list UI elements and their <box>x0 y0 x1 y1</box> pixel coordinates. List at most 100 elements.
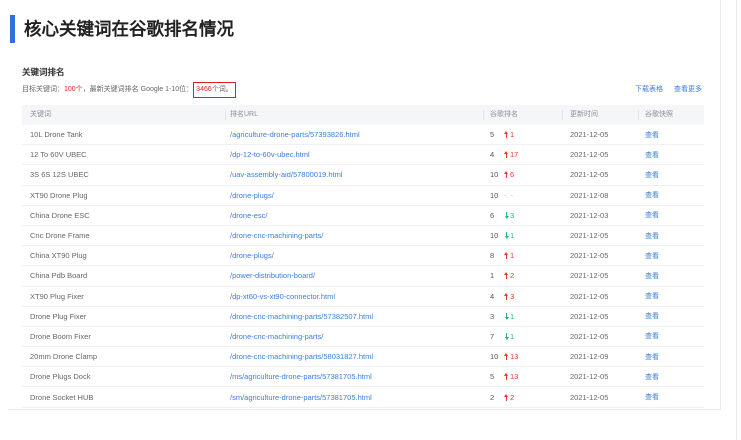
url-cell: /ms/agriculture-drone-parts/57381705.htm… <box>225 367 483 386</box>
table-body: 10L Drone Tank /agriculture-drone-parts/… <box>22 125 704 408</box>
snapshot-link[interactable]: 查看 <box>645 273 659 280</box>
rank-cell: 63 <box>483 206 562 225</box>
rank-cell: 10 6 <box>483 165 562 184</box>
rank-change: 2 <box>504 388 514 407</box>
snapshot-link[interactable]: 查看 <box>645 394 659 401</box>
updated-cell: 2021-12-03 <box>570 210 609 220</box>
snapshot-link[interactable]: 查看 <box>645 152 659 159</box>
rank-change-value: 2 <box>510 392 515 402</box>
snapshot-cell: 查看 <box>638 165 704 185</box>
keyword-cell: 20mm Drone Clamp <box>30 352 98 362</box>
rank-cell: 81 <box>483 246 562 265</box>
table-row: Drone Socket HUB /sm/agriculture-drone-p… <box>22 387 704 408</box>
arrow-up-icon <box>504 353 509 361</box>
url-cell: /dp-xt60-vs-xt90-connector.html <box>225 287 483 306</box>
download-table-link[interactable]: 下载表格 <box>635 86 663 93</box>
column-header-snapshot: 谷歌快照 <box>638 105 704 125</box>
rank-change: 1 <box>504 246 514 265</box>
rank-value: 7 <box>490 331 495 341</box>
ranking-url-link[interactable]: /drone-plugs/ <box>230 191 274 200</box>
arrow-down-icon <box>504 232 509 239</box>
snapshot-link[interactable]: 查看 <box>645 333 659 340</box>
rank-change: 3 <box>504 287 514 306</box>
ranking-url-link[interactable]: /sm/agriculture-drone-parts/57381705.htm… <box>230 393 372 402</box>
updated-cell: 2021-12-05 <box>570 130 609 140</box>
table-row: 3S 6S 12S UBEC /uav-assembly-aid/5780001… <box>22 165 704 186</box>
url-cell: /agriculture-drone-parts/57393826.html <box>225 125 483 144</box>
snapshot-link[interactable]: 查看 <box>645 354 659 361</box>
arrow-up-icon <box>504 373 509 381</box>
ranking-url-link[interactable]: /dp-xt60-vs-xt90-connector.html <box>230 292 335 301</box>
arrow-down-icon <box>504 212 509 219</box>
rank-cell: 4 17 <box>483 145 562 164</box>
snapshot-link[interactable]: 查看 <box>645 172 659 179</box>
rank-value: 5 <box>490 130 495 140</box>
ranking-url-link[interactable]: /drone-cnc-machining-parts/ <box>230 332 323 341</box>
keyword-cell: Drone Plugs Dock <box>30 372 91 382</box>
table-row: XT90 Plug Fixer /dp-xt60-vs-xt90-connect… <box>22 287 704 307</box>
url-cell: /sm/agriculture-drone-parts/57381705.htm… <box>225 388 483 407</box>
table-row: Cnc Drone Frame /drone-cnc-machining-par… <box>22 226 704 247</box>
top10-count-highlight: 3466个词。 <box>193 82 236 98</box>
arrow-up-icon <box>504 171 509 179</box>
rank-change-value: 3 <box>510 210 515 220</box>
rank-change: 6 <box>504 165 514 184</box>
ranking-url-link[interactable]: /dp-12-to-60v-ubec.html <box>230 150 310 159</box>
snapshot-link[interactable]: 查看 <box>645 233 659 240</box>
snapshot-link[interactable]: 查看 <box>645 253 659 260</box>
ranking-url-link[interactable]: /drone-cnc-machining-parts/57382507.html <box>230 312 373 321</box>
view-more-link[interactable]: 查看更多 <box>674 86 702 93</box>
updated-cell: 2021-12-05 <box>570 150 609 160</box>
url-cell: /drone-cnc-machining-parts/ <box>225 327 483 346</box>
snapshot-link[interactable]: 查看 <box>645 293 659 300</box>
rank-change-value: 1 <box>510 311 515 321</box>
keyword-cell: XT90 Plug Fixer <box>30 291 84 301</box>
snapshot-link[interactable]: 查看 <box>645 313 659 320</box>
arrow-up-icon <box>504 131 509 139</box>
summary-prefix: 目标关键词： <box>22 86 64 93</box>
ranking-url-link[interactable]: /drone-cnc-machining-parts/58031827.html <box>230 352 373 361</box>
table-header: 关键词 排名URL 谷歌排名 更新时间 谷歌快照 <box>22 105 704 125</box>
snapshot-cell: 查看 <box>638 125 704 145</box>
rank-value: 10 <box>490 231 499 241</box>
table-row: Drone Boom Fixer /drone-cnc-machining-pa… <box>22 327 704 348</box>
ranking-url-link[interactable]: /agriculture-drone-parts/57393826.html <box>230 130 360 139</box>
keyword-cell: Drone Plug Fixer <box>30 311 87 321</box>
url-cell: /power-distribution-board/ <box>225 266 483 285</box>
snapshot-cell: 查看 <box>638 266 704 286</box>
rank-change-value: 17 <box>510 150 519 160</box>
snapshot-link[interactable]: 查看 <box>645 212 659 219</box>
url-cell: /drone-cnc-machining-parts/57382507.html <box>225 307 483 326</box>
snapshot-cell: 查看 <box>638 246 704 266</box>
snapshot-link[interactable]: 查看 <box>645 374 659 381</box>
ranking-url-link[interactable]: /power-distribution-board/ <box>230 271 315 280</box>
url-cell: /uav-assembly-aid/57800019.html <box>225 165 483 184</box>
rank-value: 4 <box>490 150 495 160</box>
snapshot-cell: 查看 <box>638 286 704 306</box>
rank-value: 10 <box>490 170 499 180</box>
ranking-url-link[interactable]: /drone-cnc-machining-parts/ <box>230 231 323 240</box>
keyword-summary: 目标关键词：100个，最新关键词排名 Google 1-10位： 3466个词。 <box>22 82 236 98</box>
column-header-keyword: 关键词 <box>30 111 51 118</box>
keyword-cell: 10L Drone Tank <box>30 130 83 140</box>
updated-cell: 2021-12-05 <box>570 271 609 281</box>
rank-value: 10 <box>490 190 499 200</box>
page-scrollbar[interactable] <box>736 0 737 440</box>
rank-cell: 12 <box>483 266 562 285</box>
ranking-url-link[interactable]: /uav-assembly-aid/57800019.html <box>230 170 343 179</box>
ranking-url-link[interactable]: /drone-esc/ <box>230 211 268 220</box>
ranking-url-link[interactable]: /ms/agriculture-drone-parts/57381705.htm… <box>230 372 372 381</box>
snapshot-link[interactable]: 查看 <box>645 132 659 139</box>
rank-change: 1 <box>504 125 514 144</box>
rank-change: 1 <box>504 327 514 346</box>
updated-cell: 2021-12-05 <box>570 170 609 180</box>
rank-change-value: 1 <box>510 331 515 341</box>
snapshot-cell: 查看 <box>638 306 704 326</box>
rank-change: 2 <box>504 266 514 285</box>
ranking-url-link[interactable]: /drone-plugs/ <box>230 251 274 260</box>
column-header-url: 排名URL <box>225 105 483 125</box>
table-actions: 下载表格 查看更多 <box>624 82 702 98</box>
rank-change-value: 6 <box>510 170 515 180</box>
rank-change: 17 <box>504 145 518 164</box>
snapshot-link[interactable]: 查看 <box>645 192 659 199</box>
